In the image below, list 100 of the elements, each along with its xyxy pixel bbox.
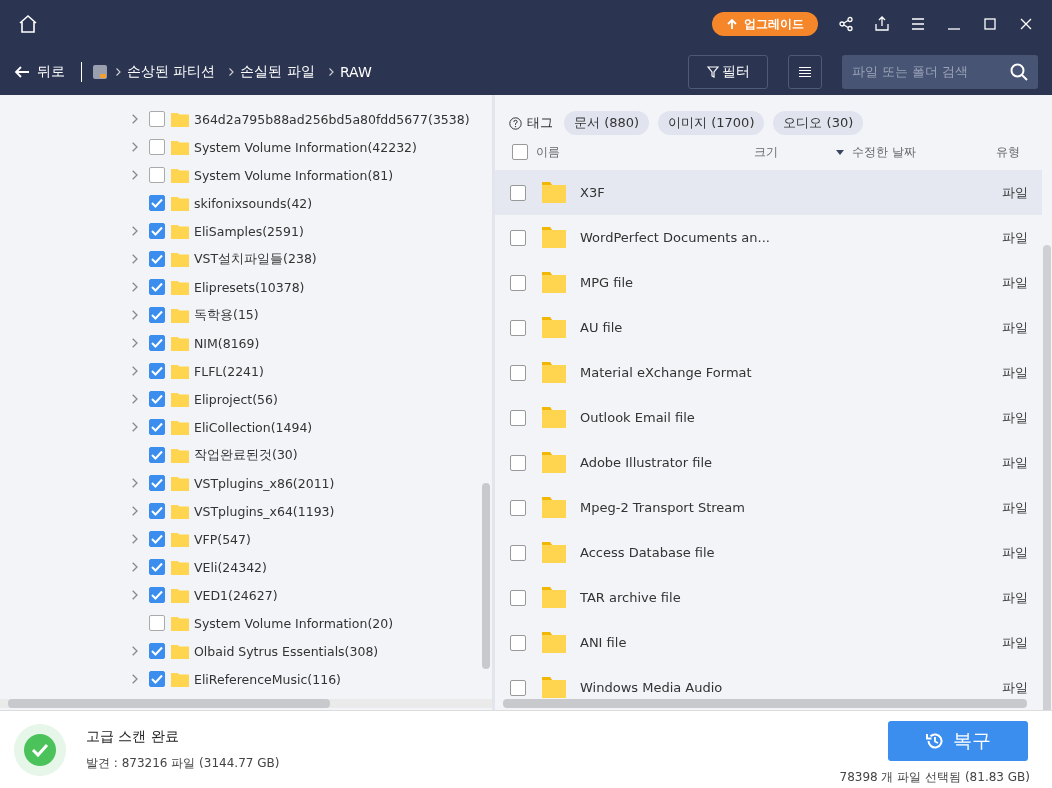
checkbox[interactable] — [149, 475, 165, 491]
chevron-icon[interactable] — [132, 534, 138, 544]
folder-name[interactable]: VFP(547) — [194, 531, 251, 547]
close-icon[interactable] — [1018, 16, 1034, 32]
checkbox[interactable] — [149, 251, 165, 267]
folder-name[interactable]: skifonixsounds(42) — [194, 195, 313, 211]
select-all-checkbox[interactable] — [512, 144, 528, 160]
view-menu-button[interactable] — [788, 54, 822, 89]
checkbox[interactable] — [149, 419, 165, 435]
file-row[interactable]: TAR archive file 파일 — [495, 575, 1042, 620]
breadcrumb-item[interactable]: 손상된 파티션 — [127, 62, 216, 81]
checkbox[interactable] — [510, 634, 526, 651]
folder-name[interactable]: 364d2a795b88ad256bd5a80fdd5677(3538) — [194, 111, 470, 127]
checkbox[interactable] — [510, 499, 526, 516]
checkbox[interactable] — [149, 391, 165, 407]
file-row[interactable]: ANI file 파일 — [495, 620, 1042, 665]
folder-name[interactable]: Eliproject(56) — [194, 391, 278, 407]
chevron-icon[interactable] — [132, 674, 138, 684]
breadcrumb-item[interactable]: RAW — [339, 63, 372, 80]
chevron-icon[interactable] — [132, 114, 138, 124]
file-row[interactable]: Windows Media Audio 파일 — [495, 665, 1042, 705]
checkbox[interactable] — [149, 139, 165, 155]
search-icon[interactable] — [1010, 62, 1028, 81]
breadcrumb-item[interactable]: 손실된 파일 — [240, 62, 315, 81]
file-row[interactable]: X3F 파일 — [495, 170, 1042, 215]
folder-name[interactable]: System Volume Information(81) — [194, 167, 394, 183]
chevron-icon[interactable] — [132, 170, 138, 180]
checkbox[interactable] — [149, 643, 165, 659]
file-row[interactable]: Mpeg-2 Transport Stream 파일 — [495, 485, 1042, 530]
checkbox[interactable] — [149, 559, 165, 575]
checkbox[interactable] — [510, 184, 526, 201]
back-button[interactable]: 뒤로 — [14, 62, 65, 81]
checkbox[interactable] — [149, 503, 165, 519]
checkbox[interactable] — [510, 274, 526, 291]
checkbox[interactable] — [149, 279, 165, 295]
chevron-icon[interactable] — [132, 590, 138, 600]
file-row[interactable]: Outlook Email file 파일 — [495, 395, 1042, 440]
checkbox[interactable] — [510, 589, 526, 606]
folder-name[interactable]: 독학용(15) — [194, 306, 259, 324]
file-row[interactable]: AU file 파일 — [495, 305, 1042, 350]
maximize-icon[interactable] — [982, 16, 998, 32]
search-field[interactable]: 파일 또는 폴더 검색 — [842, 54, 1038, 89]
tag-chip[interactable]: 이미지 (1700) — [658, 111, 765, 135]
checkbox[interactable] — [510, 454, 526, 471]
sort-icon[interactable] — [836, 149, 844, 155]
column-header[interactable]: 유형 — [996, 143, 1020, 161]
folder-name[interactable]: FLFL(2241) — [194, 363, 264, 379]
checkbox[interactable] — [149, 111, 165, 127]
checkbox[interactable] — [149, 615, 165, 631]
home-icon[interactable] — [18, 14, 38, 34]
checkbox[interactable] — [149, 363, 165, 379]
chevron-icon[interactable] — [132, 478, 138, 488]
scrollbar[interactable] — [0, 699, 492, 708]
checkbox[interactable] — [510, 679, 526, 696]
chevron-icon[interactable] — [132, 282, 138, 292]
folder-name[interactable]: VED1(24627) — [194, 587, 278, 603]
checkbox[interactable] — [149, 447, 165, 463]
column-header[interactable]: 크기 — [754, 143, 836, 161]
folder-name[interactable]: 작업완료된것(30) — [194, 446, 298, 464]
folder-name[interactable]: VSTplugins_x86(2011) — [194, 475, 335, 491]
checkbox[interactable] — [149, 307, 165, 323]
filter-button[interactable]: 필터 — [688, 54, 768, 89]
checkbox[interactable] — [510, 364, 526, 381]
file-row[interactable]: Access Database file 파일 — [495, 530, 1042, 575]
share-icon[interactable] — [838, 16, 854, 32]
folder-name[interactable]: System Volume Information(20) — [194, 615, 394, 631]
chevron-icon[interactable] — [132, 506, 138, 516]
chevron-icon[interactable] — [132, 366, 138, 376]
folder-name[interactable]: VSTplugins_x64(1193) — [194, 503, 335, 519]
chevron-icon[interactable] — [132, 394, 138, 404]
checkbox[interactable] — [149, 587, 165, 603]
folder-name[interactable]: EliCollection(1494) — [194, 419, 313, 435]
folder-name[interactable]: EliReferenceMusic(116) — [194, 671, 341, 687]
tag-chip[interactable]: 문서 (880) — [564, 111, 650, 135]
folder-name[interactable]: Elipresets(10378) — [194, 279, 305, 295]
scrollbar[interactable] — [1043, 245, 1052, 710]
checkbox[interactable] — [149, 223, 165, 239]
checkbox[interactable] — [510, 229, 526, 246]
chevron-icon[interactable] — [132, 310, 138, 320]
checkbox[interactable] — [510, 544, 526, 561]
checkbox[interactable] — [149, 335, 165, 351]
chevron-icon[interactable] — [132, 226, 138, 236]
tag-chip[interactable]: 오디오 (30) — [773, 111, 864, 135]
folder-name[interactable]: NIM(8169) — [194, 335, 260, 351]
file-row[interactable]: Material eXchange Format 파일 — [495, 350, 1042, 395]
checkbox[interactable] — [510, 319, 526, 336]
folder-name[interactable]: Olbaid Sytrus Essentials(308) — [194, 643, 379, 659]
checkbox[interactable] — [149, 167, 165, 183]
folder-name[interactable]: VST설치파일들(238) — [194, 250, 317, 268]
chevron-icon[interactable] — [132, 646, 138, 656]
chevron-icon[interactable] — [132, 142, 138, 152]
file-row[interactable]: Adobe Illustrator file 파일 — [495, 440, 1042, 485]
chevron-icon[interactable] — [132, 338, 138, 348]
checkbox[interactable] — [149, 531, 165, 547]
chevron-icon[interactable] — [132, 422, 138, 432]
checkbox[interactable] — [510, 409, 526, 426]
folder-name[interactable]: System Volume Information(42232) — [194, 139, 417, 155]
help-icon[interactable] — [509, 116, 522, 130]
file-row[interactable]: MPG file 파일 — [495, 260, 1042, 305]
column-header[interactable]: 이름 — [536, 143, 754, 161]
